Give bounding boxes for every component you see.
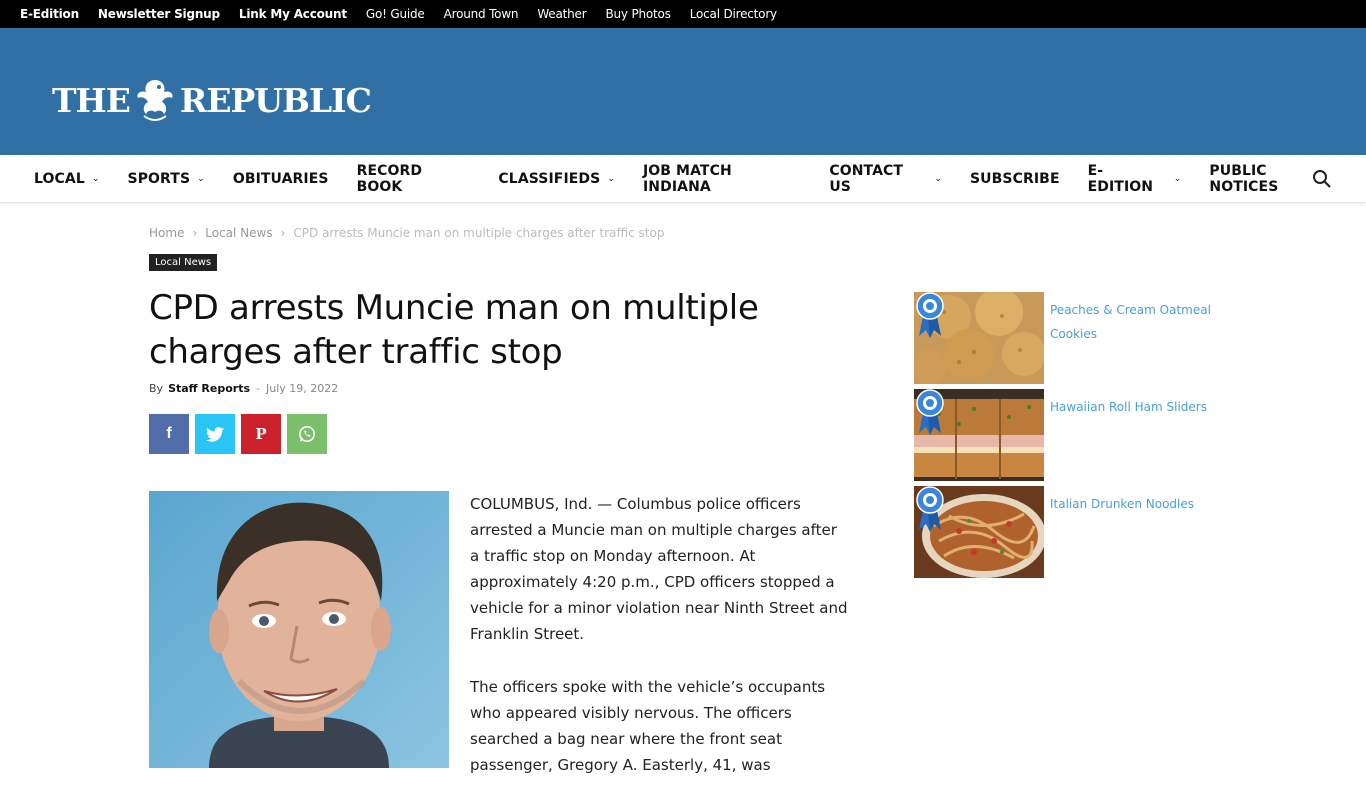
topbar-link-account[interactable]: Link My Account: [239, 7, 347, 21]
ribbon-badge-icon: [916, 292, 944, 338]
publish-date: July 19, 2022: [265, 382, 339, 395]
article-photo[interactable]: [149, 491, 449, 768]
breadcrumb-current: CPD arrests Muncie man on multiple charg…: [293, 226, 665, 240]
author-link[interactable]: Staff Reports: [168, 382, 250, 395]
byline-prefix: By: [149, 382, 164, 395]
sidebar-recipe-item[interactable]: Peaches & Cream Oatmeal Cookies: [914, 292, 1214, 384]
nav-item-obituaries[interactable]: OBITUARIES: [233, 171, 329, 187]
topbar-link-e-edition[interactable]: E-Edition: [20, 7, 79, 21]
breadcrumb-separator-icon: ›: [192, 226, 198, 240]
topbar-link-go-guide[interactable]: Go! Guide: [366, 7, 425, 21]
recipe-thumbnail[interactable]: [914, 292, 1044, 384]
topbar-link-local-directory[interactable]: Local Directory: [690, 7, 777, 21]
share-buttons: f P: [149, 414, 333, 454]
whatsapp-share-button[interactable]: [287, 414, 327, 454]
category-badge[interactable]: Local News: [149, 254, 218, 271]
pinterest-share-button[interactable]: P: [241, 414, 281, 454]
ribbon-badge-icon: [916, 389, 944, 435]
article-title: CPD arrests Muncie man on multiple charg…: [149, 288, 759, 372]
sidebar-recipe-item[interactable]: Italian Drunken Noodles: [914, 486, 1214, 578]
search-icon[interactable]: [1312, 169, 1332, 189]
nav-label: SPORTS: [127, 170, 191, 187]
masthead: THE REPUBLIC: [0, 28, 1366, 155]
nav-item-contact-us[interactable]: CONTACT US ⌄: [829, 163, 942, 195]
chevron-down-icon: ⌄: [1173, 173, 1182, 184]
twitter-icon: [206, 426, 224, 442]
main-navigation: LOCAL ⌄ SPORTS ⌄ OBITUARIES RECORD BOOK CL…: [0, 155, 1366, 203]
topbar-link-weather[interactable]: Weather: [537, 7, 586, 21]
chevron-down-icon: ⌄: [607, 173, 615, 184]
nav-item-sports[interactable]: SPORTS ⌄: [128, 171, 205, 187]
top-utility-bar: E-Edition Newsletter Signup Link My Acco…: [0, 0, 1366, 28]
recipe-thumbnail[interactable]: [914, 389, 1044, 481]
topbar-link-buy-photos[interactable]: Buy Photos: [605, 7, 670, 21]
nav-item-job-match[interactable]: JOB MATCH INDIANA: [643, 163, 801, 195]
eagle-icon: [137, 80, 173, 121]
chevron-down-icon: ⌄: [197, 173, 205, 184]
nav-label: RECORD BOOK: [356, 162, 423, 195]
article-paragraph: The officers spoke with the vehicle’s oc…: [470, 678, 826, 774]
breadcrumb-section[interactable]: Local News: [205, 226, 272, 240]
recipe-thumbnail[interactable]: [914, 486, 1044, 578]
nav-label: OBITUARIES: [232, 170, 329, 187]
chevron-down-icon: ⌄: [91, 173, 100, 184]
twitter-share-button[interactable]: [195, 414, 235, 454]
logo-text-the: THE: [52, 80, 131, 120]
facebook-icon: f: [166, 425, 172, 442]
nav-label: CONTACT US: [829, 162, 904, 195]
recipe-link[interactable]: Peaches & Cream Oatmeal Cookies: [1050, 298, 1220, 346]
pinterest-icon: P: [255, 425, 267, 443]
nav-label: E-EDITION: [1087, 162, 1154, 195]
nav-label: SUBSCRIBE: [970, 170, 1060, 187]
chevron-down-icon: ⌄: [934, 173, 942, 184]
article-body: COLUMBUS, Ind. — Columbus police officer…: [470, 491, 850, 805]
nav-label: JOB MATCH INDIANA: [643, 162, 732, 195]
nav-label: CLASSIFIEDS: [498, 170, 601, 187]
nav-item-e-edition[interactable]: E-EDITION ⌄: [1088, 163, 1182, 195]
nav-item-classifieds[interactable]: CLASSIFIEDS ⌄: [498, 171, 615, 187]
logo-text-republic: REPUBLIC: [179, 80, 372, 120]
facebook-share-button[interactable]: f: [149, 414, 189, 454]
article-paragraph: COLUMBUS, Ind. — Columbus police officer…: [470, 495, 848, 643]
site-logo[interactable]: THE REPUBLIC: [52, 76, 372, 124]
whatsapp-icon: [298, 425, 316, 443]
recipe-link[interactable]: Hawaiian Roll Ham Sliders: [1050, 395, 1220, 419]
nav-item-record-book[interactable]: RECORD BOOK: [357, 163, 471, 195]
recipe-link[interactable]: Italian Drunken Noodles: [1050, 492, 1220, 516]
nav-item-subscribe[interactable]: SUBSCRIBE: [970, 171, 1060, 187]
breadcrumb: Home › Local News › CPD arrests Muncie m…: [149, 226, 664, 240]
ribbon-badge-icon: [916, 486, 944, 532]
nav-item-local[interactable]: LOCAL ⌄: [34, 171, 100, 187]
topbar-link-around-town[interactable]: Around Town: [444, 7, 519, 21]
topbar-link-newsletter[interactable]: Newsletter Signup: [98, 7, 220, 21]
nav-label: LOCAL: [34, 170, 85, 187]
mugshot-image: [149, 491, 449, 768]
byline-dash: -: [256, 382, 260, 395]
article-byline: By Staff Reports - July 19, 2022: [149, 382, 338, 395]
breadcrumb-separator-icon: ›: [280, 226, 286, 240]
breadcrumb-home[interactable]: Home: [149, 226, 184, 240]
sidebar-recipe-item[interactable]: Hawaiian Roll Ham Sliders: [914, 389, 1214, 481]
